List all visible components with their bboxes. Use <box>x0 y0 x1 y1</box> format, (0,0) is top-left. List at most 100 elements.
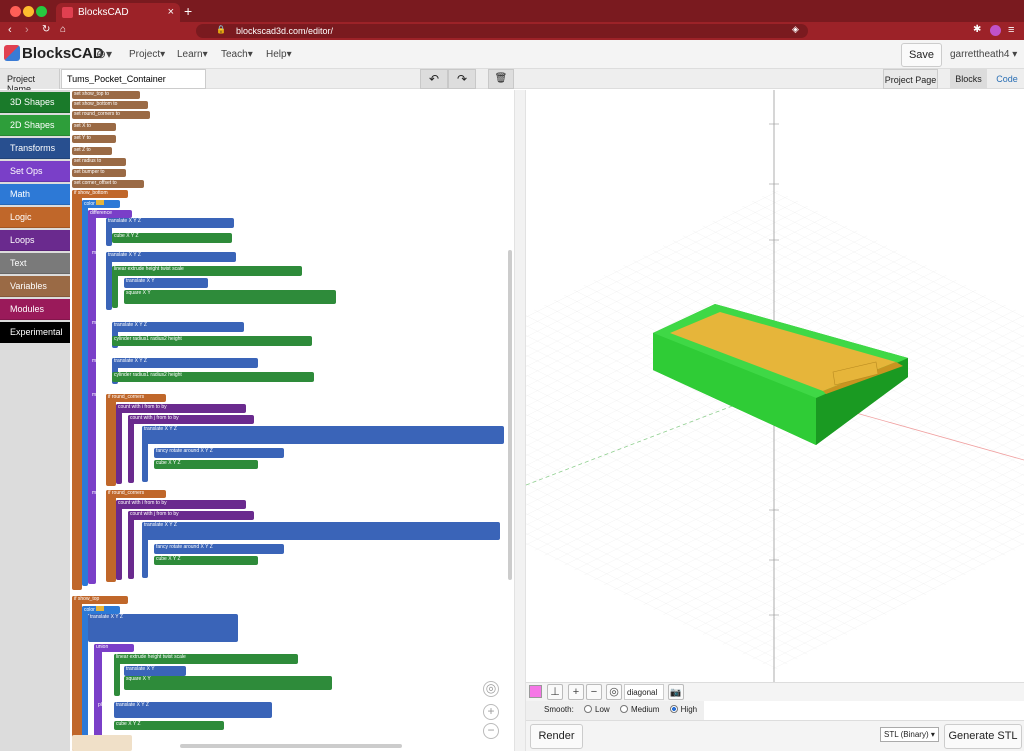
workspace-horizontal-scrollbar[interactable] <box>180 744 402 748</box>
home-icon[interactable]: ⌂ <box>60 24 66 35</box>
pane-splitter[interactable] <box>514 90 526 751</box>
minimize-window-icon[interactable] <box>23 6 34 17</box>
user-menu[interactable]: garrettheath4 ▾ <box>950 49 1017 60</box>
browser-menu-icon[interactable]: ≡ <box>1008 24 1014 36</box>
category-3d-shapes[interactable]: 3D Shapes <box>0 92 70 113</box>
translate-block[interactable]: translate X Y Z <box>112 358 258 368</box>
menu-project[interactable]: Project▾ <box>129 49 165 60</box>
forward-icon[interactable]: › <box>25 24 29 36</box>
translate-block[interactable]: translate X Y <box>124 666 186 676</box>
square-block[interactable]: square X Y <box>124 676 332 690</box>
translate-block[interactable]: translate X Y Z <box>106 252 236 262</box>
set-var-block[interactable]: set radius to <box>72 158 126 166</box>
set-var-block[interactable]: set Y to <box>72 135 116 143</box>
project-name-input[interactable] <box>61 69 206 89</box>
extensions-icon[interactable]: ✱ <box>973 24 981 35</box>
tab-code[interactable]: Code <box>990 69 1024 89</box>
axes-toggle-icon[interactable]: ⊥ <box>547 684 563 700</box>
recenter-icon[interactable]: ◎ <box>483 681 499 697</box>
trash-button[interactable]: 🗑 <box>488 69 514 89</box>
linear-extrude-block[interactable]: linear extrude height twist scale <box>114 654 298 664</box>
set-var-block[interactable]: set bumper to <box>72 169 126 177</box>
translate-block[interactable]: translate X Y Z <box>112 322 244 332</box>
menu-teach[interactable]: Teach▾ <box>221 49 253 60</box>
if-round-corners-block[interactable]: if round_corners <box>106 394 166 402</box>
translate-block[interactable]: translate X Y Z <box>142 522 500 540</box>
translate-block[interactable]: translate X Y Z <box>88 614 238 642</box>
zoom-out-icon[interactable]: − <box>483 723 499 739</box>
browser-tab[interactable]: BlocksCAD × <box>56 3 180 22</box>
smooth-high-radio[interactable] <box>669 705 678 713</box>
color-block[interactable]: color <box>82 606 120 614</box>
translate-block[interactable]: translate X Y Z <box>106 218 234 228</box>
if-block[interactable]: if show_bottom <box>72 190 128 198</box>
color-picker-swatch[interactable] <box>529 685 542 698</box>
maximize-window-icon[interactable] <box>36 6 47 17</box>
export-format-select[interactable]: STL (Binary) ▾ <box>880 727 939 742</box>
close-window-icon[interactable] <box>10 6 21 17</box>
category-logic[interactable]: Logic <box>0 207 70 228</box>
render-viewport[interactable] <box>526 90 1024 682</box>
count-with-block[interactable]: count with i from to by <box>116 404 246 413</box>
new-tab-button[interactable]: + <box>184 3 192 19</box>
set-var-block[interactable]: set show_bottom to <box>72 101 148 109</box>
save-button[interactable]: Save <box>901 43 942 67</box>
cube-block[interactable]: cube X Y Z <box>154 556 258 565</box>
menu-learn[interactable]: Learn▾ <box>177 49 208 60</box>
reload-icon[interactable]: ↻ <box>42 24 50 35</box>
render-button[interactable]: Render <box>530 724 583 749</box>
smooth-low-radio[interactable] <box>584 705 593 713</box>
set-var-block[interactable]: set show_top to <box>72 91 140 99</box>
cylinder-block[interactable]: cylinder radius1 radius2 height <box>112 336 312 346</box>
redo-button[interactable]: ↷ <box>448 69 476 89</box>
category-loops[interactable]: Loops <box>0 230 70 251</box>
cube-block[interactable]: cube X Y Z <box>114 721 224 730</box>
difference-block[interactable]: difference <box>88 210 132 218</box>
if-round-corners-block[interactable]: if round_corners <box>106 490 166 498</box>
if-block[interactable]: if show_top <box>72 596 128 604</box>
translate-block[interactable]: translate X Y <box>124 278 208 288</box>
cube-block[interactable]: cube X Y Z <box>112 233 232 243</box>
category-experimental[interactable]: Experimental <box>0 322 70 343</box>
undo-button[interactable]: ↶ <box>420 69 448 89</box>
smooth-medium-radio[interactable] <box>619 705 628 713</box>
language-globe-icon[interactable]: ⊕▾ <box>96 47 112 61</box>
category-text[interactable]: Text <box>0 253 70 274</box>
back-icon[interactable]: ‹ <box>8 24 12 36</box>
blockscad-logo[interactable]: BlocksCAD <box>4 45 104 62</box>
count-with-block[interactable]: count with j from to by <box>128 511 254 520</box>
count-with-block[interactable]: count with j from to by <box>128 415 254 424</box>
zoom-in-view-icon[interactable]: + <box>568 684 584 700</box>
view-select[interactable]: diagonal ▾ <box>624 684 664 712</box>
set-var-block[interactable]: set corner_offset to <box>72 180 144 188</box>
zoom-in-icon[interactable]: + <box>483 704 499 720</box>
menu-help[interactable]: Help▾ <box>266 49 292 60</box>
union-block[interactable]: union <box>94 644 134 652</box>
translate-block[interactable]: translate X Y Z <box>142 426 504 444</box>
set-var-block[interactable]: set X to <box>72 123 116 131</box>
set-var-block[interactable]: set Z to <box>72 147 112 155</box>
linear-extrude-block[interactable]: linear extrude height twist scale <box>112 266 302 276</box>
shield-icon[interactable]: ◈ <box>792 24 799 35</box>
category-math[interactable]: Math <box>0 184 70 205</box>
translate-block[interactable]: translate X Y Z <box>114 702 272 718</box>
count-with-block[interactable]: count with i from to by <box>116 500 246 509</box>
category-2d-shapes[interactable]: 2D Shapes <box>0 115 70 136</box>
zoom-out-view-icon[interactable]: − <box>586 684 602 700</box>
profile-avatar[interactable] <box>990 25 1001 36</box>
address-bar[interactable]: 🔒 blockscad3d.com/editor/ <box>196 24 808 38</box>
square-block[interactable]: square X Y <box>124 290 336 304</box>
tab-close-icon[interactable]: × <box>168 6 174 18</box>
project-page-button[interactable]: Project Page <box>883 69 938 89</box>
cube-block[interactable]: cube X Y Z <box>154 460 258 469</box>
category-variables[interactable]: Variables <box>0 276 70 297</box>
fancy-rotate-block[interactable]: fancy rotate around X Y Z <box>154 448 284 458</box>
color-block[interactable]: color <box>82 200 120 208</box>
workspace-vertical-scrollbar[interactable] <box>508 250 512 580</box>
generate-stl-button[interactable]: Generate STL <box>944 724 1022 749</box>
category-modules[interactable]: Modules <box>0 299 70 320</box>
block-workspace[interactable]: set show_top to set show_bottom to set r… <box>70 90 514 751</box>
set-var-block[interactable]: set round_corners to <box>72 111 150 119</box>
target-icon[interactable]: ◎ <box>606 684 622 700</box>
category-transforms[interactable]: Transforms <box>0 138 70 159</box>
